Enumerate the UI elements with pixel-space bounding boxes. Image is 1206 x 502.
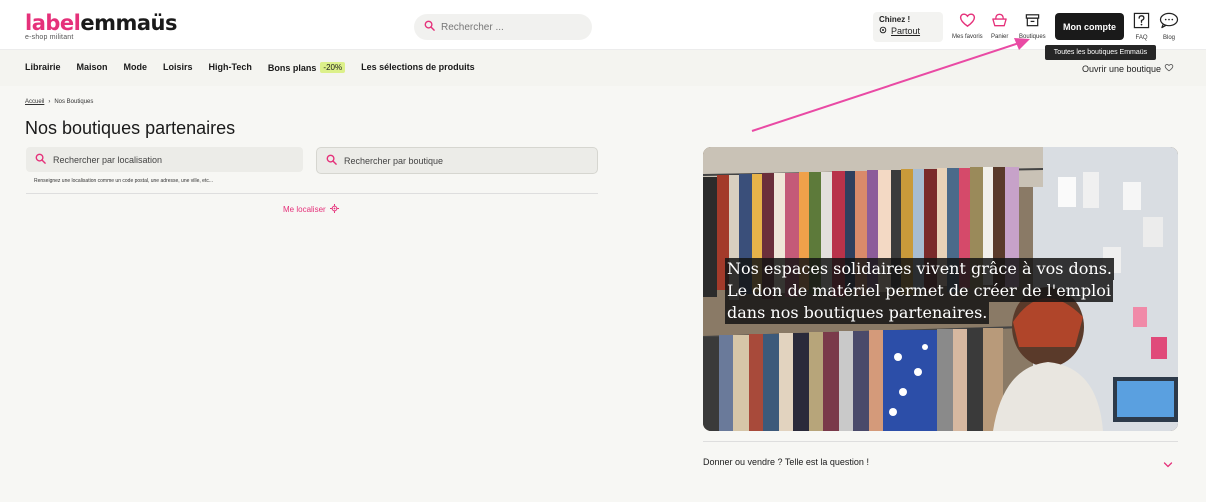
logo[interactable]: labelemmaüs e-shop militant	[25, 11, 177, 42]
nav-item-librairie[interactable]: Librairie	[25, 62, 61, 73]
divider	[26, 193, 598, 194]
favorites-label: Mes favoris	[952, 34, 983, 40]
location-search-input[interactable]: Rechercher par localisation	[26, 147, 303, 172]
location-hint: Renseignez une localisation comme un cod…	[34, 178, 213, 184]
header-search-placeholder: Rechercher ...	[441, 21, 504, 33]
open-shop-link[interactable]: Ouvrir une boutique	[1082, 63, 1174, 74]
chat-bubble-icon	[1159, 12, 1179, 34]
shops-label: Boutiques	[1019, 34, 1046, 40]
cart-label: Panier	[991, 34, 1009, 40]
faq-question[interactable]: Donner ou vendre ? Telle est la question…	[703, 457, 869, 467]
main-nav: Librairie Maison Mode Loisirs High-Tech …	[0, 50, 1206, 86]
faq-label: FAQ	[1135, 35, 1148, 41]
blog-button[interactable]: Blog	[1159, 12, 1179, 41]
page-content: Accueil › Nos Boutiques Nos boutiques pa…	[0, 86, 1206, 502]
logo-label: label	[25, 11, 81, 35]
heart-hand-icon	[1164, 63, 1174, 74]
nav-item-maison[interactable]: Maison	[77, 62, 108, 73]
logo-brand: emmaüs	[80, 11, 177, 35]
hero-caption: Nos espaces solidaires vivent grâce à vo…	[725, 258, 1115, 324]
cart-button[interactable]: Panier	[991, 12, 1008, 40]
location-search-placeholder: Rechercher par localisation	[53, 154, 163, 165]
breadcrumb-current: Nos Boutiques	[54, 99, 94, 105]
hero-line-2: Le don de matériel permet de créer de l'…	[725, 280, 1113, 302]
location-selector[interactable]: Chinez ! Partout	[873, 12, 943, 42]
heart-icon	[959, 12, 976, 33]
search-icon	[326, 152, 337, 170]
site-header: labelemmaüs e-shop militant Rechercher .…	[0, 0, 1206, 50]
shops-button[interactable]: Boutiques	[1019, 12, 1046, 40]
question-icon	[1133, 12, 1150, 34]
open-shop-label: Ouvrir une boutique	[1081, 63, 1161, 74]
shop-search-input[interactable]: Rechercher par boutique	[316, 147, 598, 174]
crosshair-icon	[329, 204, 339, 215]
breadcrumb-separator: ›	[48, 99, 51, 105]
chinez-title: Chinez !	[879, 15, 911, 24]
locate-me-button[interactable]: Me localiser	[283, 204, 339, 215]
blog-label: Blog	[1162, 35, 1175, 41]
promo-label: Bons plans	[267, 62, 317, 73]
nav-item-loisirs[interactable]: Loisirs	[163, 62, 193, 73]
faq-divider	[703, 441, 1178, 442]
shop-icon	[1024, 12, 1041, 33]
search-icon	[35, 151, 46, 169]
search-icon	[424, 18, 435, 36]
chevron-down-icon[interactable]	[1163, 456, 1173, 474]
breadcrumb-home[interactable]: Accueil	[25, 99, 44, 105]
account-button[interactable]: Mon compte	[1055, 13, 1124, 40]
nav-item-high-tech[interactable]: High-Tech	[209, 62, 252, 73]
shop-search-placeholder: Rechercher par boutique	[344, 155, 444, 166]
shops-tooltip: Toutes les boutiques Emmaüs	[1045, 45, 1156, 60]
basket-icon	[991, 12, 1008, 33]
hero-banner: Nos espaces solidaires vivent grâce à vo…	[703, 147, 1178, 431]
chinez-location: Partout	[891, 26, 921, 36]
logo-tagline: e-shop militant	[25, 34, 74, 41]
header-search-input[interactable]: Rechercher ...	[414, 14, 592, 40]
breadcrumb: Accueil › Nos Boutiques	[25, 99, 93, 105]
location-pin-icon	[879, 26, 887, 36]
page-title: Nos boutiques partenaires	[25, 118, 236, 138]
nav-item-mode[interactable]: Mode	[124, 62, 148, 73]
hero-line-3: dans nos boutiques partenaires.	[725, 302, 990, 324]
hero-line-1: Nos espaces solidaires vivent grâce à vo…	[725, 258, 1115, 280]
locate-label: Me localiser	[283, 205, 326, 214]
nav-item-selections[interactable]: Les sélections de produits	[361, 62, 475, 73]
favorites-button[interactable]: Mes favoris	[952, 12, 983, 40]
promo-badge: -20%	[320, 62, 346, 73]
nav-item-bons-plans[interactable]: Bons plans -20%	[267, 62, 346, 73]
faq-button[interactable]: FAQ	[1133, 12, 1150, 41]
